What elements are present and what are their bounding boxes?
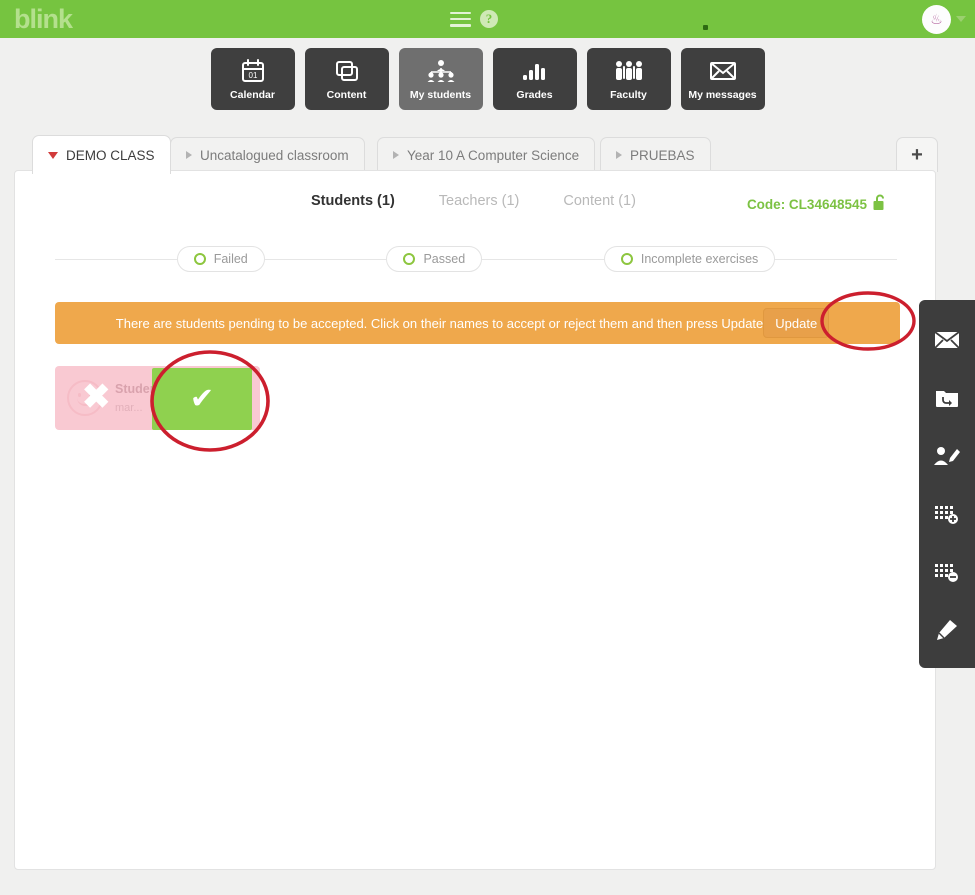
folder-return-icon[interactable] xyxy=(932,385,962,411)
tab-pruebas[interactable]: PRUEBAS xyxy=(600,137,711,172)
avatar-glyph: ♨ xyxy=(930,11,943,27)
nav-label: Calendar xyxy=(230,88,275,101)
filter-connector-line xyxy=(55,258,177,260)
filter-label: Incomplete exercises xyxy=(640,252,759,266)
class-code: Code: CL34648545 xyxy=(747,194,887,214)
envelope-icon xyxy=(709,58,737,84)
filter-pill-passed[interactable]: Passed xyxy=(386,246,483,272)
hamburger-icon[interactable] xyxy=(450,11,471,27)
header-center-actions: ? xyxy=(450,0,498,38)
faculty-people-icon xyxy=(614,58,644,84)
update-button[interactable]: Update xyxy=(763,308,830,338)
nav-label: Faculty xyxy=(610,88,647,101)
circle-icon xyxy=(403,253,416,265)
nav-label: My students xyxy=(409,88,472,101)
class-code-label: Code: CL34648545 xyxy=(746,196,867,212)
nav-button-my-messages[interactable]: My messages xyxy=(680,48,765,110)
tab-uncatalogued-classroom[interactable]: Uncatalogued classroom xyxy=(170,137,365,172)
pending-students-banner: There are students pending to be accepte… xyxy=(55,302,900,344)
grid-add-icon[interactable] xyxy=(932,501,962,527)
tab-label: Year 10 A Computer Science xyxy=(407,147,580,163)
smiley-mouth xyxy=(77,398,95,406)
main-navigation: 01 Calendar Content My students Grades F… xyxy=(0,38,975,120)
filter-pill-incomplete-exercises[interactable]: Incomplete exercises xyxy=(603,246,776,272)
status-filter-row: Failed Passed Incomplete exercises xyxy=(55,244,897,274)
grid-remove-icon[interactable] xyxy=(932,559,962,585)
triangle-right-icon xyxy=(616,151,622,159)
filter-pill-failed[interactable]: Failed xyxy=(176,246,265,272)
nav-button-grades[interactable]: Grades xyxy=(492,48,577,110)
app-logo[interactable]: blink xyxy=(14,5,73,33)
banner-message: There are students pending to be accepte… xyxy=(115,315,764,331)
tab-label: DEMO CLASS xyxy=(66,147,155,163)
triangle-right-icon xyxy=(393,151,399,159)
tab-label: PRUEBAS xyxy=(630,147,695,163)
tab-year-10-a-computer-science[interactable]: Year 10 A Computer Science xyxy=(377,137,596,172)
tab-label: Uncatalogued classroom xyxy=(200,147,349,163)
nav-button-faculty[interactable]: Faculty xyxy=(586,48,671,110)
filter-connector-line xyxy=(775,258,897,260)
chevron-down-icon[interactable] xyxy=(956,16,966,22)
avatar[interactable]: ♨ xyxy=(922,4,951,34)
subnav-item-content[interactable]: Content (1) xyxy=(563,193,636,209)
class-content-panel: Students (1) Teachers (1) Content (1) Co… xyxy=(14,170,936,870)
header-user-area: ♨ xyxy=(922,0,966,38)
nav-button-calendar[interactable]: 01 Calendar xyxy=(210,48,295,110)
nav-label: My messages xyxy=(688,88,757,101)
triangle-down-icon xyxy=(48,151,58,159)
tab-demo-class[interactable]: DEMO CLASS xyxy=(32,135,171,174)
layers-icon xyxy=(334,58,360,84)
svg-text:01: 01 xyxy=(248,71,257,80)
cursor-artifact xyxy=(703,25,708,30)
unlocked-padlock-icon[interactable] xyxy=(873,194,887,214)
pencil-icon[interactable] xyxy=(932,617,962,643)
subnav-items: Students (1) Teachers (1) Content (1) xyxy=(311,193,636,209)
subnav-item-students[interactable]: Students (1) xyxy=(311,193,395,209)
student-avatar xyxy=(55,366,115,430)
nav-button-my-students[interactable]: My students xyxy=(398,48,483,110)
subnav-item-teachers[interactable]: Teachers (1) xyxy=(439,193,520,209)
circle-icon xyxy=(620,253,633,265)
class-tabs: DEMO CLASS Uncatalogued classroom Year 1… xyxy=(0,130,975,174)
filter-connector-line xyxy=(482,258,604,260)
students-group-icon xyxy=(426,58,456,84)
person-edit-icon[interactable] xyxy=(932,443,962,469)
nav-label: Grades xyxy=(516,88,553,101)
filter-connector-line xyxy=(264,258,387,260)
check-icon: ✔ xyxy=(189,382,215,415)
accept-student-button[interactable]: ✔ xyxy=(152,368,252,430)
help-circle-icon[interactable]: ? xyxy=(480,10,498,28)
circle-icon xyxy=(193,253,206,265)
filter-label: Failed xyxy=(213,252,248,266)
panel-subnav: Students (1) Teachers (1) Content (1) Co… xyxy=(15,193,935,212)
app-header: blink ? ♨ xyxy=(0,0,975,38)
calendar-icon: 01 xyxy=(240,58,266,84)
nav-label: Content xyxy=(326,88,367,101)
filter-label: Passed xyxy=(423,252,466,266)
envelope-icon[interactable] xyxy=(932,327,962,353)
triangle-right-icon xyxy=(186,151,192,159)
right-tool-sidebar xyxy=(919,300,975,668)
smiley-face-icon xyxy=(67,380,103,416)
nav-button-content[interactable]: Content xyxy=(304,48,389,110)
bar-chart-icon xyxy=(521,58,549,84)
add-tab-button[interactable]: + xyxy=(896,137,938,172)
